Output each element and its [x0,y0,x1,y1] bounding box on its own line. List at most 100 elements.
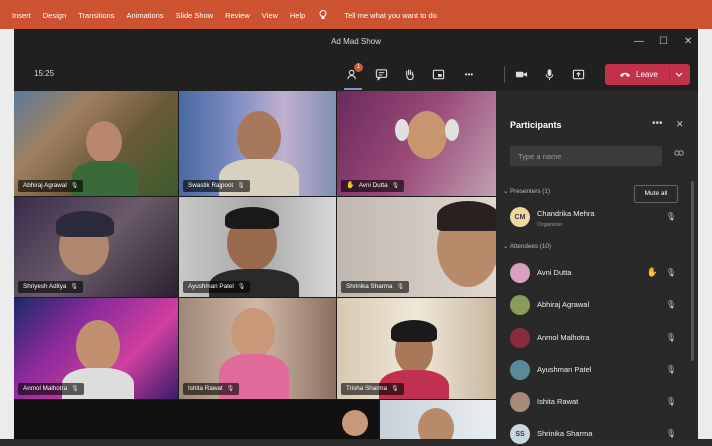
mute-all-button[interactable]: Mute all [634,185,678,203]
scrollbar[interactable] [691,181,694,361]
tile-name-label: Ayushman Patel 🎙 [183,281,251,293]
chevron-down-icon: ⌄ [503,243,509,250]
mic-off-icon[interactable]: 🎙 [666,333,676,342]
participant-video [418,408,454,439]
ribbon-tab-review[interactable]: Review [225,11,250,20]
participant-row[interactable]: Abhiraj Agrawal 🎙 [510,293,686,317]
ribbon-tab-slide-show[interactable]: Slide Show [176,11,214,20]
participant-video [391,320,437,342]
mic-icon[interactable]: 🎙 [666,212,676,221]
raise-hand-icon[interactable] [402,67,416,81]
video-tile[interactable] [380,400,496,439]
more-options-icon[interactable]: ••• [652,118,663,129]
video-tile[interactable]: Trisha Sharma 🎙 [337,298,496,399]
tile-name-label: Ishita Rawat 🎙 [183,383,240,395]
avatar [510,360,530,380]
powerpoint-ribbon: Insert Design Transitions Animations Sli… [0,0,712,29]
mic-icon: 🎙 [71,386,79,392]
video-tile[interactable]: Shrinika Sharma 🎙 [337,197,496,297]
avatar [510,328,530,348]
mic-icon[interactable] [542,67,556,81]
camera-icon[interactable] [514,67,528,81]
raised-hand-icon: ✋ [346,182,355,189]
mic-off-icon[interactable]: 🎙 [666,429,676,438]
participant-row[interactable]: Ayushman Patel 🎙 [510,358,686,382]
video-tile[interactable]: Abhiraj Agrawal 🎙 [14,91,178,196]
video-tile[interactable] [14,400,379,439]
avatar: CM [510,207,530,227]
tile-name: Shrinika Sharma [346,283,393,290]
chevron-down-icon[interactable] [675,72,683,78]
participants-panel: Participants ••• ✕ Type a name ⌄ Present… [496,91,698,444]
participant-row[interactable]: Avni Dutta ✋ 🎙 [510,261,686,285]
participant-video [225,207,279,229]
notification-badge: 1 [354,63,363,72]
tile-name: Anmol Malhotra [23,385,68,392]
participant-row[interactable]: Ishita Rawat 🎙 [510,390,686,414]
participant-role: Organizer [537,222,563,228]
tell-me-label: Tell me what you want to do [344,10,437,20]
participant-video [231,308,275,358]
participant-row[interactable]: Anmol Malhotra 🎙 [510,326,686,350]
chevron-down-icon: ⌄ [503,188,509,195]
video-tile[interactable]: Shriyesh Aditya 🎙 [14,197,178,297]
mic-off-icon[interactable]: 🎙 [666,365,676,374]
video-tile[interactable]: Ayushman Patel 🎙 [179,197,336,297]
window-title: Ad Mad Show [331,37,381,46]
attendees-section-header[interactable]: ⌄ Attendees (10) [503,243,551,250]
mic-off-icon[interactable]: 🎙 [666,268,676,277]
mic-icon: 🎙 [226,386,235,392]
mic-off-icon[interactable]: 🎙 [666,397,676,406]
participant-video [445,119,459,141]
chat-icon[interactable] [374,67,388,81]
ribbon-tab-animations[interactable]: Animations [127,11,164,20]
panel-title: Participants [510,120,562,130]
mic-icon: 🎙 [396,284,405,290]
video-tile[interactable]: Anmol Malhotra 🎙 [14,298,178,399]
meeting-toolbar: 15:25 1 ••• Leave [14,57,698,91]
presenters-section-header[interactable]: ⌄ Presenters (1) [503,188,550,195]
attendees-label: Attendees (10) [509,243,551,250]
video-tile[interactable]: Swastik Rajpoot 🎙 [179,91,336,196]
presenters-label: Presenters (1) [510,188,550,195]
tile-name-label: Abhiraj Agrawal 🎙 [18,180,84,192]
mic-off-icon[interactable]: 🎙 [666,300,676,309]
tile-name: Avni Dutta [358,182,388,189]
video-tile[interactable]: ✋ Avni Dutta 🎙 [337,91,496,196]
ribbon-tab-view[interactable]: View [262,11,278,20]
avatar [510,295,530,315]
share-tray-icon[interactable] [431,67,445,81]
ribbon-tab-help[interactable]: Help [290,11,305,20]
ribbon-tab-transitions[interactable]: Transitions [78,11,114,20]
participant-name: Ishita Rawat [537,397,579,406]
search-input[interactable]: Type a name [510,146,662,166]
ribbon-tab-insert[interactable]: Insert [12,11,31,20]
share-invite-icon[interactable] [674,149,684,159]
ppt-slide-panel-left [0,29,14,439]
close-icon[interactable]: ✕ [684,36,692,47]
close-panel-icon[interactable]: ✕ [676,119,684,130]
share-screen-icon[interactable] [571,67,585,81]
participant-name: Ayushman Patel [537,365,592,374]
ribbon-tab-design[interactable]: Design [43,11,66,20]
tile-name-label: Anmol Malhotra 🎙 [18,383,84,395]
raised-hand-icon: ✋ [646,267,658,277]
participant-row[interactable]: CM Chandrika Mehra Organizer 🎙 [510,205,686,229]
maximize-icon[interactable]: ☐ [659,36,668,47]
participant-name: Abhiraj Agrawal [537,300,590,309]
participant-video [56,211,114,237]
participant-video [407,111,447,159]
mic-icon: 🎙 [237,183,245,189]
phone-icon [620,72,630,77]
participant-name: Shrinika Sharma [537,429,593,438]
tell-me-search[interactable]: Tell me what you want to do [319,10,437,20]
participants-icon[interactable]: 1 [344,63,363,90]
video-tile[interactable]: Ishita Rawat 🎙 [179,298,336,399]
minimize-icon[interactable]: — [634,36,644,47]
participant-row[interactable]: SS Shrinika Sharma 🎙 [510,422,686,446]
more-actions-icon[interactable]: ••• [462,67,476,81]
participant-video [437,201,496,231]
tile-name-label: Shrinika Sharma 🎙 [341,281,410,293]
leave-button[interactable]: Leave [605,64,690,85]
leave-divider [669,68,670,81]
